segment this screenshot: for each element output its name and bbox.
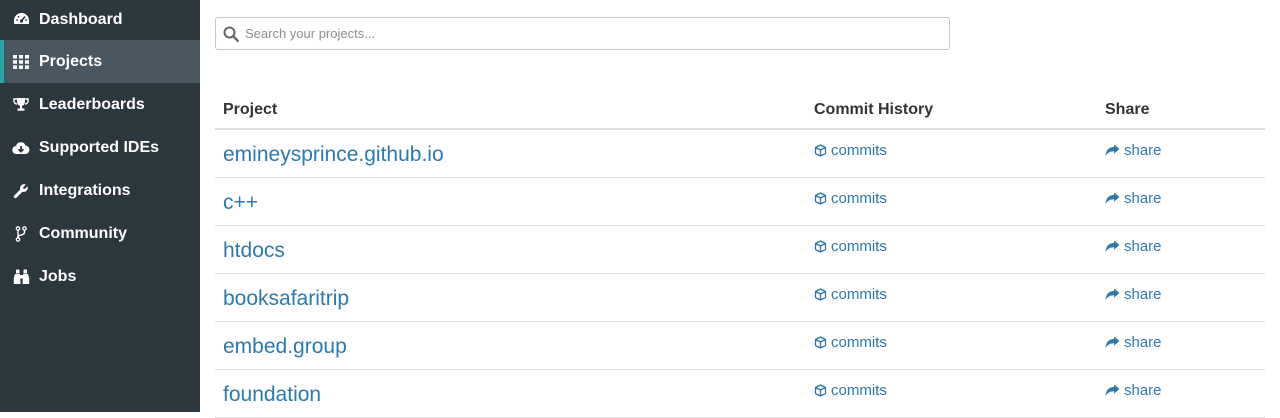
cube-icon	[814, 384, 827, 397]
table-header: Project Commit History Share	[215, 90, 1265, 130]
sidebar-item-dashboard[interactable]: Dashboard	[0, 0, 200, 40]
column-header-commit-history[interactable]: Commit History	[814, 101, 933, 119]
project-link[interactable]: emineysprince.github.io	[223, 143, 444, 167]
share-link[interactable]: share	[1105, 238, 1162, 255]
share-icon	[1105, 192, 1120, 205]
grid-icon	[12, 53, 30, 71]
search-icon	[222, 25, 240, 43]
project-link[interactable]: embed.group	[223, 335, 347, 359]
commits-link[interactable]: commits	[814, 334, 887, 351]
sidebar-item-label: Projects	[39, 52, 103, 70]
sidebar-item-leaderboards[interactable]: Leaderboards	[0, 83, 200, 126]
share-label: share	[1124, 334, 1162, 351]
table-row: booksafaritrip commits share	[215, 274, 1265, 322]
commits-link[interactable]: commits	[814, 142, 887, 159]
commits-link[interactable]: commits	[814, 382, 887, 399]
column-header-share[interactable]: Share	[1105, 101, 1149, 119]
sidebar-item-label: Jobs	[39, 267, 77, 285]
share-icon	[1105, 288, 1120, 301]
sidebar-item-label: Integrations	[39, 181, 131, 199]
share-icon	[1105, 144, 1120, 157]
binoculars-icon	[12, 268, 30, 286]
share-icon	[1105, 240, 1120, 253]
column-header-project[interactable]: Project	[223, 101, 277, 119]
sidebar-item-label: Community	[39, 224, 127, 242]
commits-link[interactable]: commits	[814, 190, 887, 207]
cube-icon	[814, 144, 827, 157]
share-label: share	[1124, 142, 1162, 159]
commits-label: commits	[831, 334, 887, 351]
share-label: share	[1124, 190, 1162, 207]
table-row: c++ commits share	[215, 178, 1265, 226]
share-link[interactable]: share	[1105, 142, 1162, 159]
share-label: share	[1124, 382, 1162, 399]
cube-icon	[814, 240, 827, 253]
sidebar-item-integrations[interactable]: Integrations	[0, 169, 200, 212]
table-row: embed.group commits share	[215, 322, 1265, 370]
search-bar[interactable]	[215, 17, 950, 50]
sidebar-item-projects[interactable]: Projects	[0, 40, 200, 83]
commits-label: commits	[831, 238, 887, 255]
project-link[interactable]: foundation	[223, 383, 321, 407]
sidebar-item-jobs[interactable]: Jobs	[0, 255, 200, 298]
cube-icon	[814, 336, 827, 349]
share-label: share	[1124, 238, 1162, 255]
table-row: foundation commits share	[215, 370, 1265, 418]
table-row: emineysprince.github.io commits share	[215, 130, 1265, 178]
share-icon	[1105, 384, 1120, 397]
dashboard-icon	[12, 11, 30, 29]
cloud-download-icon	[12, 139, 30, 157]
project-link[interactable]: c++	[223, 191, 258, 215]
cube-icon	[814, 192, 827, 205]
sidebar-item-supported-ides[interactable]: Supported IDEs	[0, 126, 200, 169]
share-link[interactable]: share	[1105, 190, 1162, 207]
table-row: htdocs commits share	[215, 226, 1265, 274]
commits-label: commits	[831, 190, 887, 207]
code-fork-icon	[12, 225, 30, 243]
share-link[interactable]: share	[1105, 382, 1162, 399]
wrench-icon	[12, 182, 30, 200]
commits-link[interactable]: commits	[814, 238, 887, 255]
project-link[interactable]: booksafaritrip	[223, 287, 349, 311]
share-link[interactable]: share	[1105, 286, 1162, 303]
commits-label: commits	[831, 142, 887, 159]
project-link[interactable]: htdocs	[223, 239, 285, 263]
share-icon	[1105, 336, 1120, 349]
search-input[interactable]	[243, 19, 949, 48]
projects-table: Project Commit History Share emineysprin…	[215, 90, 1265, 418]
share-label: share	[1124, 286, 1162, 303]
commits-link[interactable]: commits	[814, 286, 887, 303]
sidebar-item-label: Leaderboards	[39, 95, 145, 113]
trophy-icon	[12, 96, 30, 114]
share-link[interactable]: share	[1105, 334, 1162, 351]
cube-icon	[814, 288, 827, 301]
commits-label: commits	[831, 286, 887, 303]
commits-label: commits	[831, 382, 887, 399]
sidebar-item-community[interactable]: Community	[0, 212, 200, 255]
sidebar-item-label: Dashboard	[39, 10, 123, 28]
sidebar-item-label: Supported IDEs	[39, 138, 160, 156]
sidebar: Dashboard Projects Leaderboards Supporte…	[0, 0, 200, 412]
